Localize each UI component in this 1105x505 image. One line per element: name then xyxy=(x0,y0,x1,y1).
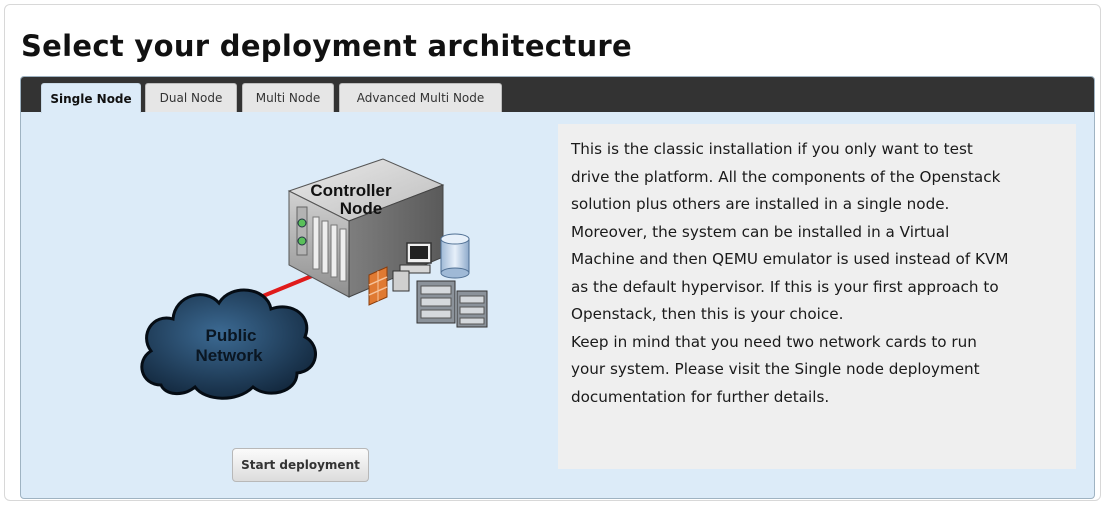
description-line: documentation for further details. xyxy=(571,387,830,406)
description-line: This is the classic installation if you … xyxy=(571,140,973,158)
public-network-cloud-icon: Public Network xyxy=(140,288,317,400)
database-icon xyxy=(440,233,470,279)
description-line: Moreover, the system can be installed in… xyxy=(571,222,950,241)
description-line: solution plus others are installed in a … xyxy=(571,195,950,213)
tab-multi-node[interactable]: Multi Node xyxy=(242,83,334,112)
tab-advanced-multi-node[interactable]: Advanced Multi Node xyxy=(339,83,502,112)
deployment-card: Select your deployment architecture Sing… xyxy=(4,4,1101,501)
description-line: drive the platform. All the components o… xyxy=(571,167,1001,186)
tab-dual-node[interactable]: Dual Node xyxy=(145,83,237,112)
architecture-description: This is the classic installation if you … xyxy=(558,124,1076,469)
description-line: Machine and then QEMU emulator is used i… xyxy=(571,250,1009,268)
description-line: Keep in mind that you need two network c… xyxy=(571,332,977,351)
tab-bar: Single Node Dual Node Multi Node Advance… xyxy=(21,77,1094,113)
start-deployment-button[interactable]: Start deployment xyxy=(232,448,369,482)
page-title: Select your deployment architecture xyxy=(21,29,632,63)
description-line: as the default hypervisor. If this is yo… xyxy=(571,277,999,296)
storage-rack-icon xyxy=(416,280,488,328)
controller-label-line1: Controller xyxy=(310,181,392,200)
description-line: Openstack, then this is your choice. xyxy=(571,305,844,323)
network-label-line2: Network xyxy=(195,346,263,365)
description-line: your system. Please visit the Single nod… xyxy=(571,360,980,378)
single-node-diagram: Controller Node Public Network xyxy=(140,158,488,400)
architecture-tabs-panel: Single Node Dual Node Multi Node Advance… xyxy=(20,76,1095,499)
tab-single-node[interactable]: Single Node xyxy=(41,83,141,113)
network-label-line1: Public xyxy=(205,326,256,345)
controller-label-line2: Node xyxy=(340,199,383,218)
controller-node-server: Controller Node xyxy=(287,158,445,298)
